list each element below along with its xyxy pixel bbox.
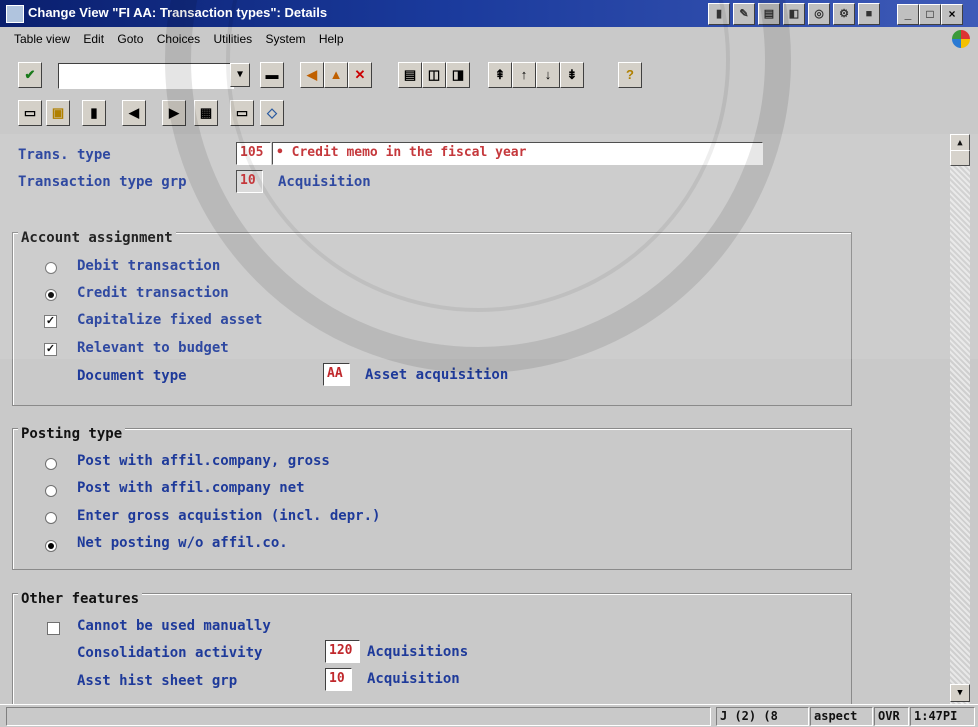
debit-transaction-radio[interactable]: [45, 262, 57, 274]
consolidation-activity-label: Consolidation activity: [77, 645, 263, 661]
change-icon[interactable]: ◇: [260, 100, 284, 126]
menu-bar: Table view Edit Goto Choices Utilities S…: [0, 28, 978, 50]
settings-icon[interactable]: ◎: [808, 3, 830, 25]
color-icon[interactable]: ■: [858, 3, 880, 25]
relevant-to-budget-label: Relevant to budget: [77, 340, 229, 356]
screen-icon[interactable]: ▤: [758, 3, 780, 25]
posting-option-label: Net posting w/o affil.co.: [77, 535, 288, 551]
help-question-icon[interactable]: ?: [618, 62, 642, 88]
posting-option-radio[interactable]: [45, 485, 57, 497]
credit-transaction-label: Credit transaction: [77, 285, 229, 301]
trans-type-text-field[interactable]: • Credit memo in the fiscal year: [272, 142, 763, 165]
menu-edit[interactable]: Edit: [83, 28, 104, 46]
exit-icon[interactable]: ▲: [324, 62, 348, 88]
app-icon[interactable]: [6, 5, 24, 23]
asset-hist-sheet-grp-field[interactable]: 10: [325, 668, 352, 691]
shortcut-icon[interactable]: ✎: [733, 3, 755, 25]
sap-logo-icon: [952, 30, 970, 48]
last-page-icon[interactable]: ⇟: [560, 62, 584, 88]
enter-icon[interactable]: ✔: [18, 62, 42, 88]
prev-page-icon[interactable]: ↑: [512, 62, 536, 88]
menu-choices[interactable]: Choices: [157, 28, 200, 46]
menu-table-view[interactable]: Table view: [14, 28, 70, 46]
status-message: [6, 707, 711, 726]
transaction-type-grp-field[interactable]: 10: [236, 170, 263, 193]
session-icon[interactable]: ▮: [708, 3, 730, 25]
status-mode[interactable]: OVR: [874, 707, 909, 726]
posting-option-radio[interactable]: [45, 540, 57, 552]
scroll-down-icon[interactable]: ▼: [950, 684, 970, 702]
posting-option-radio[interactable]: [45, 458, 57, 470]
print-list-icon[interactable]: ▭: [230, 100, 254, 126]
status-bar: J (2) (8 aspect OVR 1:47PI: [0, 704, 978, 727]
credit-transaction-radio[interactable]: [45, 289, 57, 301]
detail-screen: Trans. type 105 • Credit memo in the fis…: [0, 134, 948, 715]
asset-hist-sheet-grp-text: Acquisition: [367, 671, 460, 687]
menu-help[interactable]: Help: [319, 28, 344, 46]
back-icon[interactable]: ◀: [300, 62, 324, 88]
relevant-to-budget-checkbox[interactable]: ✓: [44, 343, 57, 356]
application-toolbar: ▭ ▣ ▮ ◀ ▶ ▦ ▭ ◇: [10, 97, 968, 128]
select-all-icon[interactable]: ▦: [194, 100, 218, 126]
posting-option-label: Post with affil.company, gross: [77, 453, 330, 469]
document-type-field[interactable]: AA: [323, 363, 350, 386]
prev-entry-icon[interactable]: ◀: [122, 100, 146, 126]
layout-icon[interactable]: ◧: [783, 3, 805, 25]
vertical-scrollbar[interactable]: ▲ ▼: [950, 134, 970, 704]
status-time: 1:47PI: [910, 707, 975, 726]
minimize-button[interactable]: _: [897, 4, 919, 25]
status-server[interactable]: aspect: [810, 707, 873, 726]
debit-transaction-label: Debit transaction: [77, 258, 221, 274]
maximize-button[interactable]: □: [919, 4, 941, 25]
print-icon[interactable]: ▤: [398, 62, 422, 88]
capitalize-fixed-asset-label: Capitalize fixed asset: [77, 312, 263, 328]
menu-goto[interactable]: Goto: [117, 28, 143, 46]
window-title: Change View "FI AA: Transaction types": …: [28, 5, 328, 20]
next-page-icon[interactable]: ↓: [536, 62, 560, 88]
consolidation-activity-text: Acquisitions: [367, 644, 469, 660]
copy-icon[interactable]: ▣: [46, 100, 70, 126]
trans-type-field[interactable]: 105: [236, 142, 271, 165]
cannot-be-used-manually-label: Cannot be used manually: [77, 618, 271, 634]
help-icon[interactable]: ⚙: [833, 3, 855, 25]
save-icon[interactable]: ▬: [260, 62, 284, 88]
menu-system[interactable]: System: [265, 28, 305, 46]
document-type-label: Document type: [77, 368, 187, 384]
command-dropdown-icon[interactable]: ▼: [230, 63, 250, 87]
command-field[interactable]: [58, 63, 234, 89]
menu-utilities[interactable]: Utilities: [213, 28, 252, 46]
consolidation-activity-field[interactable]: 120: [325, 640, 360, 663]
posting-type-title: Posting type: [18, 426, 126, 442]
status-session[interactable]: J (2) (8: [716, 707, 809, 726]
cannot-be-used-manually-checkbox[interactable]: [47, 622, 60, 635]
posting-option-label: Post with affil.company net: [77, 480, 305, 496]
posting-option-label: Enter gross acquistion (incl. depr.): [77, 508, 381, 524]
asset-hist-sheet-grp-label: Asst hist sheet grp: [77, 673, 238, 689]
new-entries-icon[interactable]: ▭: [18, 100, 42, 126]
capitalize-fixed-asset-checkbox[interactable]: ✓: [44, 315, 57, 328]
delete-icon[interactable]: ▮: [82, 100, 106, 126]
first-page-icon[interactable]: ⇞: [488, 62, 512, 88]
other-features-title: Other features: [18, 591, 143, 607]
find-icon[interactable]: ◫: [422, 62, 446, 88]
posting-option-radio[interactable]: [45, 512, 57, 524]
account-assignment-title: Account assignment: [18, 230, 176, 246]
system-toolbar: ✔ ▼ ▬ ◀ ▲ ✕ ▤ ◫ ◨ ⇞ ↑ ↓ ⇟ ?: [10, 56, 968, 93]
transaction-type-grp-text: Acquisition: [278, 174, 371, 190]
find-next-icon[interactable]: ◨: [446, 62, 470, 88]
transaction-type-grp-label: Transaction type grp: [18, 174, 187, 190]
document-type-text: Asset acquisition: [365, 367, 509, 383]
trans-type-label: Trans. type: [18, 147, 111, 163]
titlebar-tool-icons: ▮ ✎ ▤ ◧ ◎ ⚙ ■: [708, 3, 880, 25]
scroll-thumb[interactable]: [950, 150, 970, 166]
cancel-icon[interactable]: ✕: [348, 62, 372, 88]
next-entry-icon[interactable]: ▶: [162, 100, 186, 126]
close-button[interactable]: ×: [941, 4, 963, 25]
sap-window: Change View "FI AA: Transaction types": …: [0, 0, 978, 727]
title-bar: Change View "FI AA: Transaction types": …: [0, 0, 978, 27]
